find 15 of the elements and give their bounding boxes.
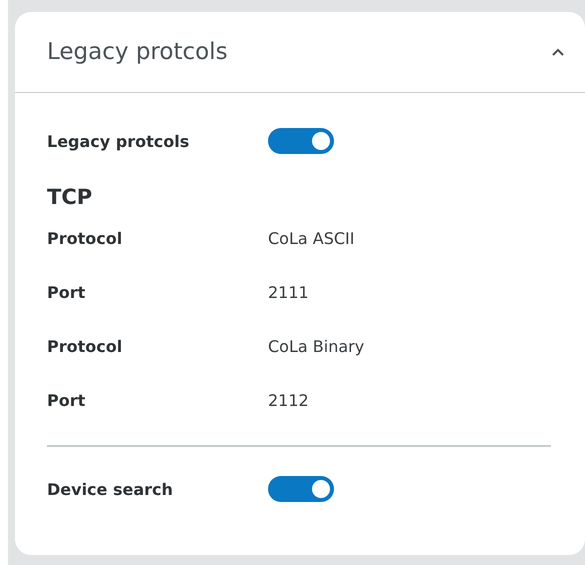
field-label: Protocol	[47, 336, 124, 356]
field-value: CoLa Binary	[268, 336, 364, 356]
toggle-switch[interactable]	[268, 128, 334, 154]
field-label: Port	[47, 390, 86, 410]
field-label: Protocol	[47, 228, 124, 248]
panel-title: Legacy protcols	[47, 39, 228, 65]
toggle-switch[interactable]	[268, 476, 334, 502]
chevron-icon[interactable]	[551, 47, 565, 57]
setting-label: Device search	[47, 480, 174, 498]
field-value: CoLa ASCII	[268, 228, 354, 248]
field-label: Port	[47, 282, 86, 302]
field-value: 2112	[268, 390, 309, 410]
field-value: 2111	[268, 282, 309, 302]
setting-label: Legacy protcols	[47, 132, 190, 150]
section-heading: TCP	[47, 185, 92, 209]
